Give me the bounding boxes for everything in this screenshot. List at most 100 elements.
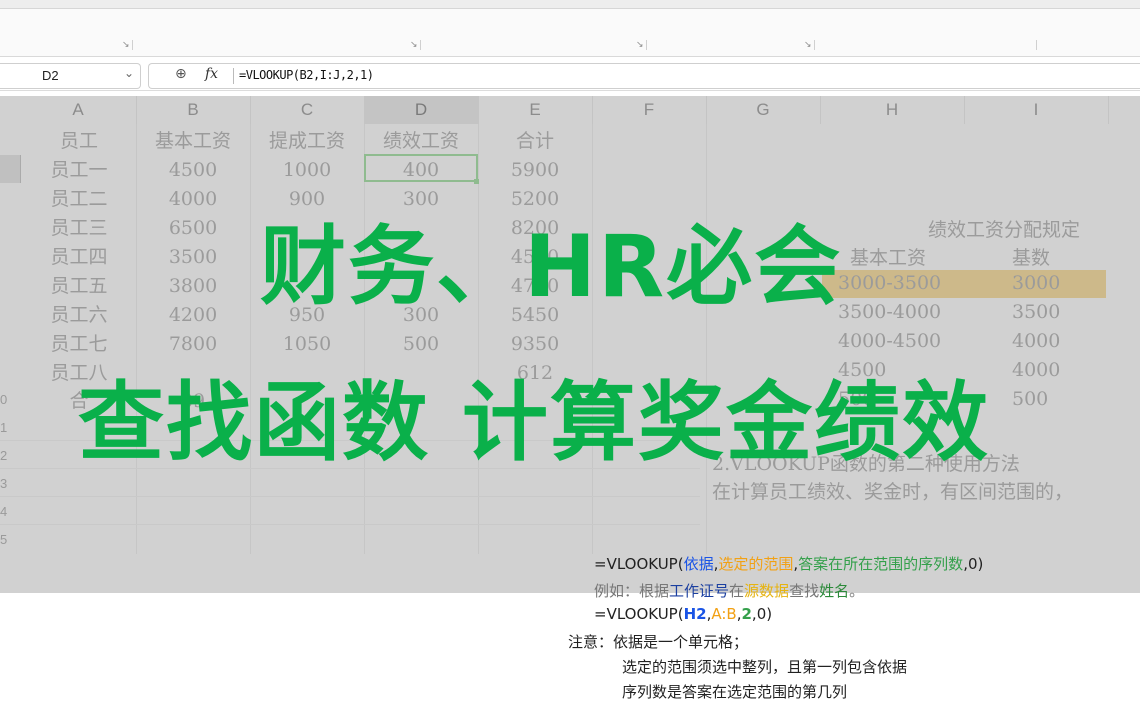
example-formula-param-3: 2 bbox=[741, 605, 752, 623]
example-formula-prefix: =VLOOKUP( bbox=[594, 605, 684, 623]
attention-note-1: 注意：依据是一个单元格； bbox=[568, 631, 748, 652]
syntax-suffix: ,0) bbox=[963, 555, 984, 573]
syntax-param-2: 选定的范围 bbox=[718, 555, 794, 573]
sheet-grid[interactable]: A B C D E F G H I 0 1 2 3 4 5 员工 基本工资 提成… bbox=[0, 96, 1140, 593]
overlay-title-line-2: 查找函数 计算奖金绩效 bbox=[78, 373, 990, 473]
cell-reference: D2 bbox=[42, 68, 59, 83]
syntax-param-3: 答案在所在范围的序列数 bbox=[798, 555, 964, 573]
column-header-i[interactable]: I bbox=[964, 96, 1109, 124]
row-number[interactable]: 3 bbox=[0, 476, 7, 491]
chevron-down-icon[interactable]: ⌄ bbox=[124, 66, 134, 80]
table-cell[interactable]: 4200 bbox=[136, 301, 250, 329]
name-box[interactable]: D2 ⌄ bbox=[0, 63, 141, 89]
overlay-title-line-1: 财务、HR必会 bbox=[260, 217, 843, 317]
table-cell[interactable]: 6500 bbox=[136, 214, 250, 242]
attention-note-3: 序列数是答案在选定范围的第几列 bbox=[622, 683, 848, 701]
ribbon-divider bbox=[132, 40, 133, 50]
row-number[interactable]: 0 bbox=[0, 392, 7, 407]
row-number[interactable]: 2 bbox=[0, 448, 7, 463]
table-cell[interactable]: 员工六 bbox=[22, 301, 136, 329]
formula-bar: D2 ⌄ ⊕ fx =VLOOKUP(B2,I:J,2,1) bbox=[0, 60, 1140, 91]
table-cell[interactable]: 员工四 bbox=[22, 243, 136, 271]
zoom-icon[interactable]: ⊕ bbox=[175, 66, 187, 82]
column-header-f[interactable]: F bbox=[592, 96, 707, 124]
attention-label: 注意： bbox=[568, 633, 614, 651]
table-cell[interactable]: 员工一 bbox=[22, 156, 136, 184]
example-note: 例如：根据工作证号在源数据查找姓名。 bbox=[594, 580, 864, 601]
table-cell[interactable]: 3800 bbox=[136, 272, 250, 300]
rules-cell[interactable]: 4000-4500 bbox=[838, 330, 941, 352]
rules-col-base-salary[interactable]: 基本工资 bbox=[850, 243, 926, 270]
ribbon-divider bbox=[646, 40, 647, 50]
ribbon-divider bbox=[420, 40, 421, 50]
column-header-d[interactable]: D bbox=[364, 96, 479, 124]
example-text: 在 bbox=[729, 582, 745, 600]
formula-divider bbox=[233, 68, 234, 84]
rules-cell[interactable]: 4000 bbox=[1012, 330, 1060, 352]
table-cell[interactable]: 4500 bbox=[136, 156, 250, 184]
example-formula-param-2: A:B bbox=[711, 605, 737, 623]
dialog-launcher-icon[interactable]: ↘ bbox=[122, 40, 130, 50]
syntax-prefix: =VLOOKUP( bbox=[594, 555, 684, 573]
example-target: 姓名 bbox=[819, 582, 850, 600]
header-cell-total[interactable]: 合计 bbox=[478, 127, 592, 155]
dialog-launcher-icon[interactable]: ↘ bbox=[410, 40, 418, 50]
row-number[interactable]: 5 bbox=[0, 532, 7, 547]
header-cell-commission[interactable]: 提成工资 bbox=[250, 127, 364, 155]
active-row-indicator bbox=[0, 155, 21, 183]
ribbon: ↘ ↘ ↘ ↘ bbox=[0, 0, 1140, 57]
table-cell[interactable]: 3500 bbox=[136, 243, 250, 271]
row-number[interactable]: 1 bbox=[0, 420, 7, 435]
grid-line bbox=[0, 496, 700, 497]
dialog-launcher-icon[interactable]: ↘ bbox=[636, 40, 644, 50]
row-number[interactable]: 4 bbox=[0, 504, 7, 519]
table-cell[interactable]: 1000 bbox=[250, 156, 364, 184]
selected-cell-outline bbox=[364, 154, 478, 182]
example-formula: =VLOOKUP(H2,A:B,2,0) bbox=[594, 605, 772, 623]
column-header-a[interactable]: A bbox=[20, 96, 137, 124]
syntax-note: =VLOOKUP(依据,选定的范围,答案在所在范围的序列数,0) bbox=[594, 553, 983, 574]
example-key: 工作证号 bbox=[669, 582, 730, 600]
fill-handle[interactable] bbox=[474, 179, 479, 184]
column-header-h[interactable]: H bbox=[820, 96, 965, 124]
rules-cell[interactable]: 3500-4000 bbox=[838, 301, 941, 323]
table-cell[interactable]: 员工二 bbox=[22, 185, 136, 213]
rules-cell[interactable]: 3000-3500 bbox=[838, 272, 941, 294]
rules-col-base[interactable]: 基数 bbox=[1012, 243, 1050, 270]
formula-input[interactable]: ⊕ fx =VLOOKUP(B2,I:J,2,1) bbox=[148, 63, 1140, 89]
example-source: 源数据 bbox=[744, 582, 790, 600]
grid-line bbox=[592, 124, 593, 554]
rules-cell[interactable]: 3000 bbox=[1012, 272, 1060, 294]
example-text: 。 bbox=[849, 582, 865, 600]
ribbon-divider bbox=[814, 40, 815, 50]
rules-title[interactable]: 绩效工资分配规定 bbox=[928, 215, 1080, 242]
example-text: 例如：根据 bbox=[594, 582, 670, 600]
rules-cell[interactable]: 500 bbox=[1012, 388, 1048, 410]
header-cell-employee[interactable]: 员工 bbox=[22, 127, 136, 155]
column-header-g[interactable]: G bbox=[706, 96, 821, 124]
grid-line bbox=[0, 524, 700, 525]
table-cell[interactable]: 员工五 bbox=[22, 272, 136, 300]
function-icon[interactable]: fx bbox=[205, 66, 218, 82]
method-line-2[interactable]: 在计算员工绩效、奖金时，有区间范围的， bbox=[712, 477, 1073, 504]
rules-cell[interactable]: 3500 bbox=[1012, 301, 1060, 323]
dialog-launcher-icon[interactable]: ↘ bbox=[804, 40, 812, 50]
attention-note-2: 选定的范围须选中整列，且第一列包含依据 bbox=[622, 658, 908, 676]
header-cell-base-salary[interactable]: 基本工资 bbox=[136, 127, 250, 155]
table-cell[interactable]: 4000 bbox=[136, 185, 250, 213]
rules-cell[interactable]: 4000 bbox=[1012, 359, 1060, 381]
formula-text[interactable]: =VLOOKUP(B2,I:J,2,1) bbox=[239, 68, 374, 82]
column-header-b[interactable]: B bbox=[136, 96, 251, 124]
table-cell[interactable]: 5900 bbox=[478, 156, 592, 184]
ribbon-top-strip bbox=[0, 0, 1140, 9]
attention-text: 依据是一个单元格； bbox=[613, 633, 749, 651]
syntax-param-1: 依据 bbox=[683, 555, 714, 573]
column-header-e[interactable]: E bbox=[478, 96, 593, 124]
column-headers: A B C D E F G H I bbox=[0, 96, 1140, 124]
table-cell[interactable]: 员工三 bbox=[22, 214, 136, 242]
header-cell-performance[interactable]: 绩效工资 bbox=[364, 127, 478, 155]
ribbon-divider bbox=[1036, 40, 1037, 50]
example-text: 查找 bbox=[789, 582, 820, 600]
grid-line bbox=[706, 124, 707, 554]
column-header-c[interactable]: C bbox=[250, 96, 365, 124]
